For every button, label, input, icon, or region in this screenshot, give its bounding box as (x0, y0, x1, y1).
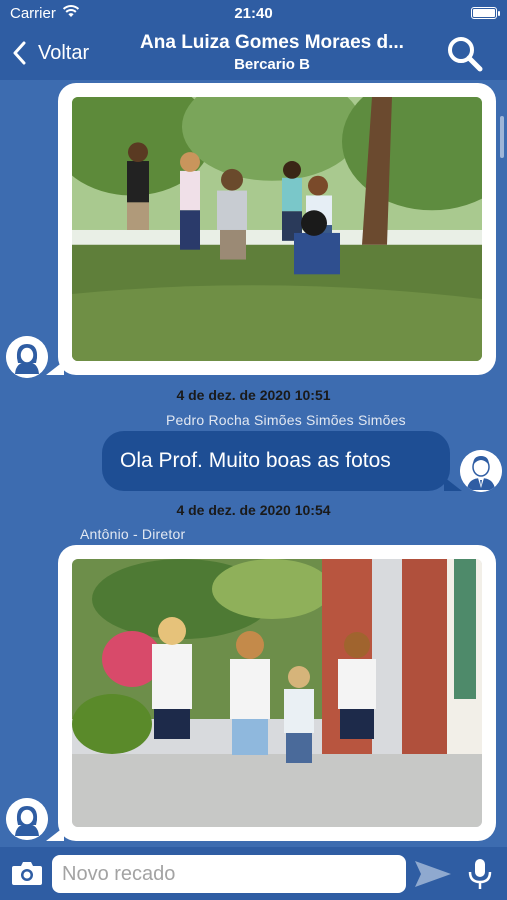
camera-button[interactable] (11, 860, 43, 886)
teacher-avatar (6, 798, 48, 840)
battery-icon (471, 7, 497, 19)
message-list[interactable]: 4 de dez. de 2020 10:51 Pedro Rocha Simõ… (0, 80, 507, 847)
composer-bar (0, 847, 507, 900)
conversation-title: Ana Luiza Gomes Moraes d... Bercario B (112, 32, 432, 73)
message-input[interactable] (52, 855, 406, 893)
clock: 21:40 (234, 5, 273, 22)
send-icon (413, 861, 453, 893)
back-label: Voltar (38, 41, 90, 64)
search-icon (445, 37, 485, 78)
image-message[interactable] (46, 83, 496, 375)
image-message[interactable] (46, 545, 496, 841)
status-bar: Carrier 21:40 (0, 0, 507, 28)
send-button[interactable] (413, 859, 453, 889)
contact-name: Ana Luiza Gomes Moraes d... (140, 32, 404, 53)
search-button[interactable] (445, 34, 485, 74)
navigation-bar: Voltar Ana Luiza Gomes Moraes d... Berca… (0, 28, 507, 80)
sender-name: Pedro Rocha Simões Simões Simões (166, 412, 406, 428)
class-name: Bercario B (234, 56, 310, 73)
chevron-left-icon (12, 41, 26, 65)
camera-icon (11, 862, 43, 890)
message-timestamp: 4 de dez. de 2020 10:51 (176, 387, 331, 403)
microphone-icon (466, 859, 494, 895)
message-text: Ola Prof. Muito boas as fotos (120, 449, 391, 472)
message-timestamp: 4 de dez. de 2020 10:54 (176, 502, 331, 518)
back-button[interactable]: Voltar (12, 38, 89, 68)
parent-avatar (460, 450, 502, 492)
scrollbar[interactable] (500, 116, 504, 158)
microphone-button[interactable] (466, 857, 494, 891)
teacher-avatar (6, 336, 48, 378)
text-message[interactable]: Ola Prof. Muito boas as fotos (102, 431, 462, 491)
sender-name: Antônio - Diretor (80, 526, 186, 542)
photo-children-running[interactable] (72, 559, 482, 827)
photo-children-playing[interactable] (72, 97, 482, 361)
